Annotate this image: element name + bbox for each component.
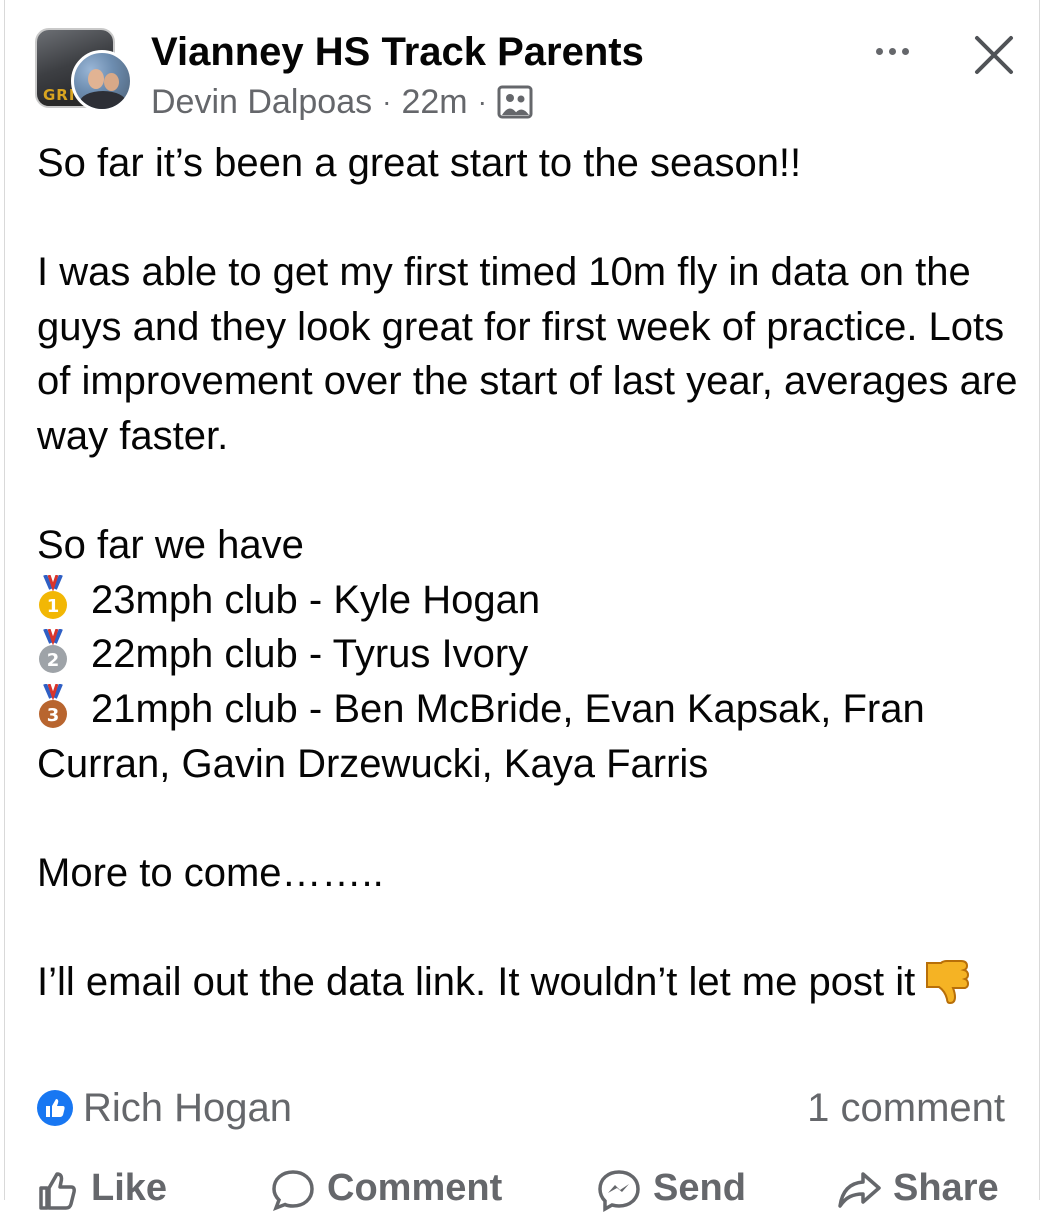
post-timestamp[interactable]: 22m [401,83,467,122]
post-paragraph: I was able to get my first timed 10m fly… [37,250,1018,458]
comments-count-link[interactable]: 1 comment [807,1083,1005,1133]
post-line: More to come…….. [37,850,384,895]
bronze-medal-icon: 3 [39,683,67,728]
post-card: GRI Vianney HS Track Parents Devin Dalpo… [4,0,1040,1212]
avatar-body [80,91,126,109]
group-name-link[interactable]: Vianney HS Track Parents [151,30,644,74]
club-line-gold: 1 23mph club - Kyle Hogan [37,573,1022,628]
avatar-face [88,69,104,89]
close-icon[interactable] [971,32,1017,78]
avatar-group[interactable]: GRI [35,28,133,116]
like-reaction-icon[interactable] [37,1090,73,1126]
medal-number: 3 [47,705,60,726]
club-text: 23mph club - Kyle Hogan [91,577,541,622]
medal-number: 1 [47,596,60,617]
thumbs-down-emoji-icon [926,959,970,1004]
like-button[interactable]: Like [35,1162,167,1222]
share-arrow-icon [838,1172,881,1208]
more-dot [875,47,883,55]
meta-separator: · [382,86,392,117]
club-line-bronze: 3 21mph club - Ben McBride, Evan Kapsak,… [37,682,1022,791]
email-text: I’ll email out the data link. It wouldn’… [37,959,916,1004]
share-button[interactable]: Share [837,1162,999,1222]
more-dot [901,47,909,55]
comment-button[interactable]: Comment [271,1162,502,1222]
post-meta: Devin Dalpoas · 22m · [151,83,533,121]
post-line: So far we have [37,523,304,568]
reactor-name[interactable]: Rich Hogan [83,1083,292,1133]
post-message: So far it’s been a great start to the se… [37,136,1022,1010]
post-line: So far it’s been a great start to the se… [37,141,802,185]
meta-separator: · [477,86,487,117]
club-line-silver: 2 22mph club - Tyrus Ivory [37,627,1022,682]
gold-medal-icon: 1 [39,574,67,619]
like-label: Like [91,1167,168,1209]
author-name-link[interactable]: Devin Dalpoas [151,83,372,122]
medal-number: 2 [47,650,60,671]
send-label: Send [653,1167,746,1209]
club-text: 22mph club - Tyrus Ivory [91,632,529,677]
group-audience-icon [497,85,533,119]
more-options-button[interactable] [867,36,917,66]
post-line-email: I’ll email out the data link. It wouldn’… [37,955,1022,1010]
silver-medal-icon: 2 [39,629,67,674]
comment-bubble-icon [272,1170,314,1212]
thumbs-up-icon [39,1172,76,1210]
author-avatar[interactable] [71,50,133,112]
club-text: 21mph club - Ben McBride, Evan Kapsak, F… [37,686,925,786]
more-dot [888,47,896,55]
comment-label: Comment [327,1167,503,1209]
action-bar: Like Comment Send Share [5,1162,1041,1222]
send-button[interactable]: Send [597,1162,746,1222]
messenger-icon [598,1170,640,1212]
share-label: Share [893,1167,999,1209]
avatar-face [104,73,119,91]
